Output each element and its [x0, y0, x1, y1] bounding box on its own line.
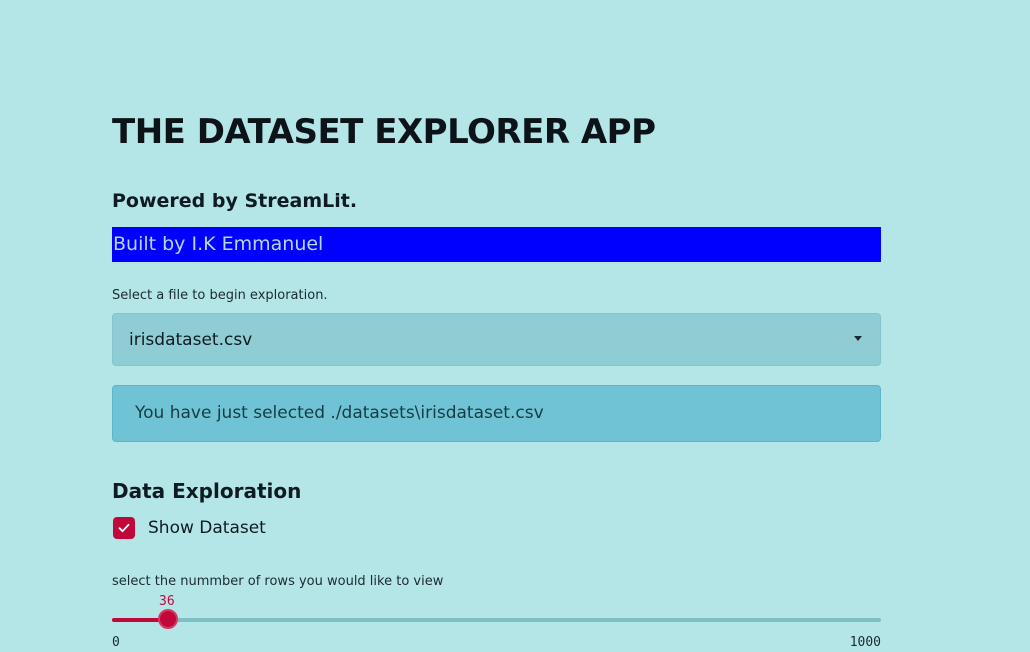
- rows-slider-handle[interactable]: [158, 609, 178, 629]
- built-by-banner: Built by I.K Emmanuel: [112, 227, 881, 262]
- file-select-dropdown[interactable]: irisdataset.csv: [112, 313, 881, 366]
- rows-slider-max: 1000: [849, 635, 881, 650]
- file-select-value: irisdataset.csv: [129, 330, 253, 350]
- powered-by-text: Powered by StreamLit.: [112, 190, 358, 212]
- show-dataset-checkbox[interactable]: Show Dataset: [112, 515, 266, 541]
- selection-info-box: You have just selected ./datasets\irisda…: [112, 385, 881, 442]
- file-select-label: Select a file to begin exploration.: [112, 288, 328, 303]
- chevron-down-icon: [854, 336, 862, 341]
- rows-slider-label: select the nummber of rows you would lik…: [112, 574, 444, 589]
- show-dataset-label: Show Dataset: [148, 518, 266, 538]
- check-icon: [118, 523, 130, 533]
- rows-slider-value: 36: [159, 594, 175, 609]
- rows-slider-min: 0: [112, 635, 120, 650]
- selection-info-text: You have just selected ./datasets\irisda…: [135, 403, 544, 423]
- page-title: THE DATASET EXPLORER APP: [112, 112, 656, 152]
- rows-slider-track[interactable]: [112, 618, 881, 622]
- checkbox-box[interactable]: [113, 517, 135, 539]
- data-exploration-heading: Data Exploration: [112, 479, 302, 503]
